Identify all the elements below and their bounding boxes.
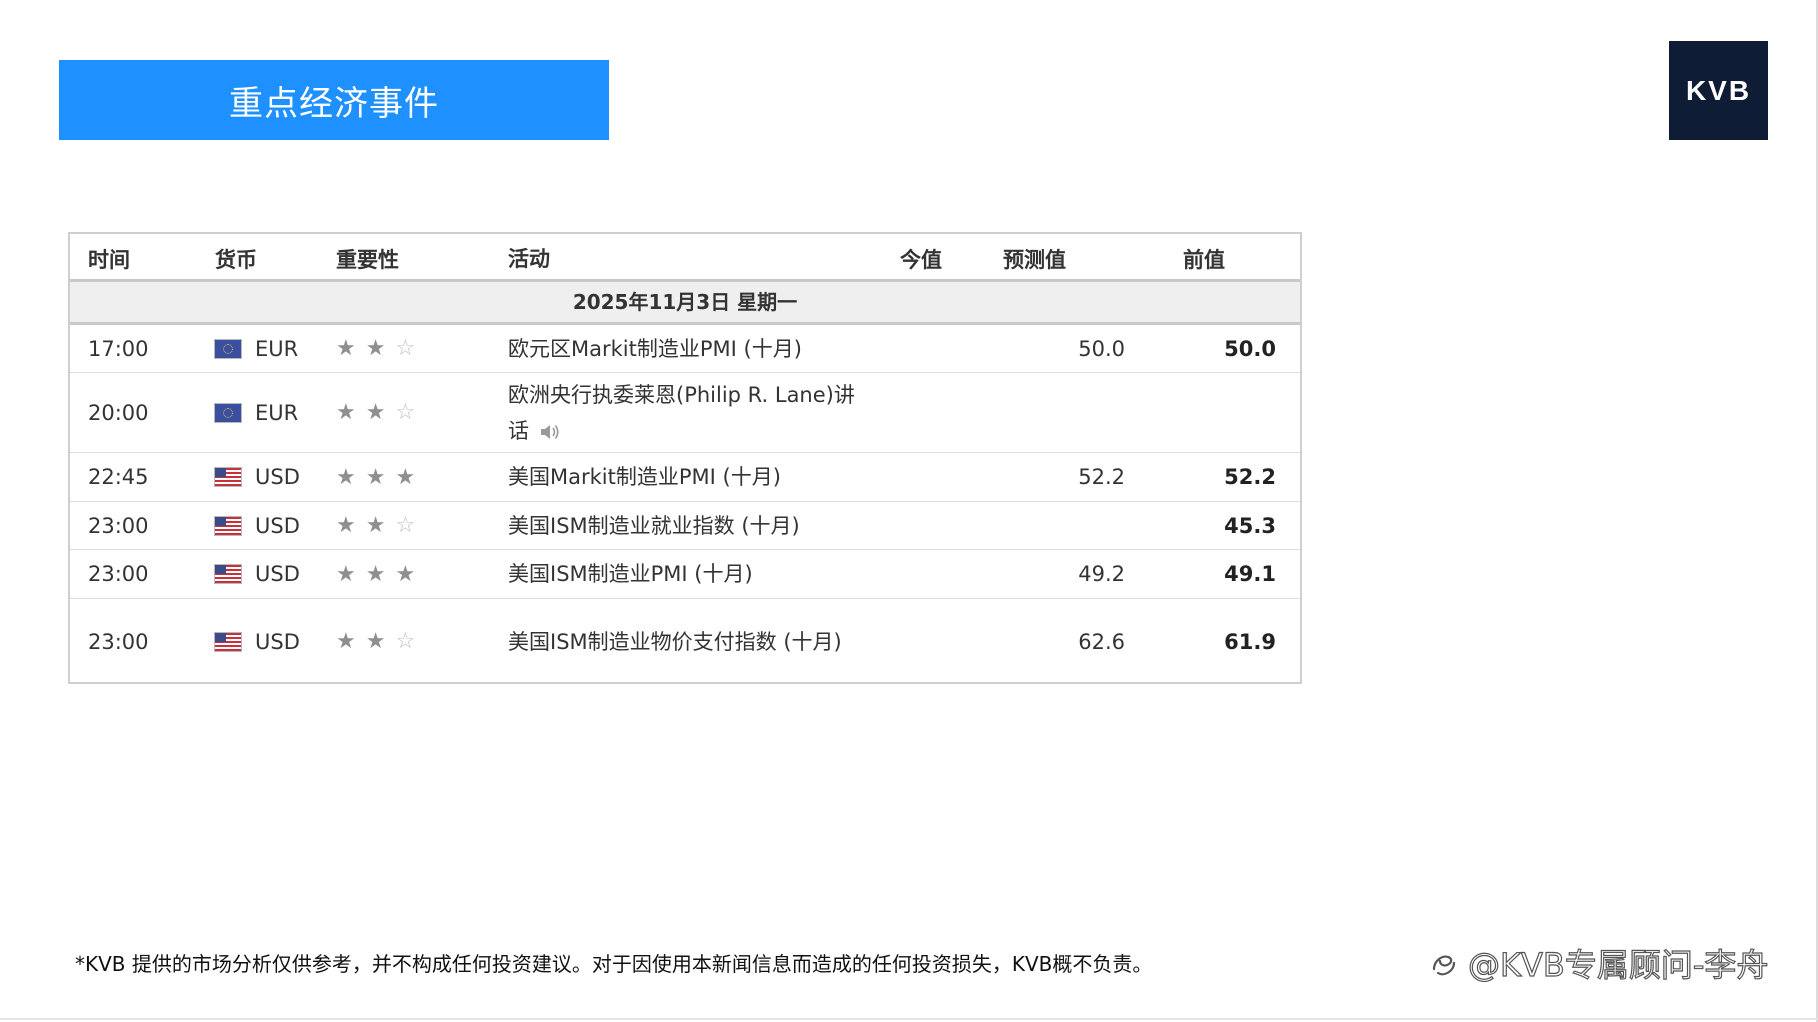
importance-rating: ★ ★ ☆ <box>336 373 415 452</box>
event-name: 欧洲央行执委莱恩(Philip R. Lane)讲话 <box>508 373 858 452</box>
weibo-logo-icon <box>1432 955 1456 976</box>
header-event: 活动 <box>508 246 550 271</box>
importance-rating: ★ ★ ☆ <box>336 325 415 372</box>
event-time: 17:00 <box>88 336 149 361</box>
importance-rating: ★ ★ ★ <box>336 453 415 501</box>
event-name-text: 美国Markit制造业PMI (十月) <box>508 465 781 489</box>
star-filled-icon: ★ <box>336 561 356 587</box>
event-previous: 49.1 <box>1224 562 1276 586</box>
event-forecast: 62.6 <box>1078 629 1125 654</box>
event-forecast: 50.0 <box>1078 336 1125 361</box>
table-row: 23:00 USD ★ ★ ☆ 美国ISM制造业就业指数 (十月) 45.3 <box>70 502 1300 550</box>
currency-code: EUR <box>255 336 299 361</box>
event-previous: 45.3 <box>1224 513 1276 538</box>
watermark-text: @KVB专属顾问-李舟 <box>1467 945 1769 984</box>
event-forecast <box>1025 373 1125 452</box>
event-name: 美国ISM制造业PMI (十月) <box>508 550 858 598</box>
event-name: 美国ISM制造业物价支付指数 (十月) <box>508 599 858 684</box>
event-currency: USD <box>215 550 300 598</box>
star-filled-icon: ★ <box>336 400 356 425</box>
us-flag-icon <box>215 468 241 486</box>
star-filled-icon: ★ <box>365 513 386 538</box>
header-time: 时间 <box>88 247 130 272</box>
event-forecast <box>1025 502 1125 549</box>
section-banner: 重点经济事件 <box>59 60 609 140</box>
star-filled-icon: ★ <box>336 629 356 654</box>
event-name: 美国ISM制造业就业指数 (十月) <box>508 502 858 549</box>
event-name: 欧元区Markit制造业PMI (十月) <box>508 325 858 372</box>
event-name-text: 美国ISM制造业PMI (十月) <box>508 562 753 586</box>
event-currency: USD <box>215 453 300 501</box>
bottom-divider <box>0 1018 1818 1020</box>
event-time: 22:45 <box>88 465 149 489</box>
currency-code: USD <box>255 513 300 538</box>
star-filled-icon: ★ <box>365 561 386 587</box>
event-time: 23:00 <box>88 562 149 586</box>
event-name-text: 美国ISM制造业物价支付指数 (十月) <box>508 629 842 654</box>
us-flag-icon <box>215 565 241 583</box>
header-currency: 货币 <box>215 247 257 272</box>
event-currency: USD <box>215 502 300 549</box>
us-flag-icon <box>215 632 241 651</box>
event-name-text: 美国ISM制造业就业指数 (十月) <box>508 513 800 538</box>
star-filled-icon: ★ <box>395 464 416 490</box>
table-header: 时间 货币 重要性 活动 今值 预测值 前值 <box>70 234 1300 282</box>
header-importance: 重要性 <box>336 247 399 272</box>
economic-events-table: 时间 货币 重要性 活动 今值 预测值 前值 2025年11月3日 星期一 17… <box>68 232 1302 684</box>
star-filled-icon: ★ <box>336 464 356 490</box>
header-actual: 今值 <box>900 247 942 272</box>
date-row: 2025年11月3日 星期一 <box>70 282 1300 325</box>
table-row: 23:00 USD ★ ★ ☆ 美国ISM制造业物价支付指数 (十月) 62.6 61.9 <box>70 599 1300 684</box>
star-filled-icon: ★ <box>365 629 386 654</box>
eu-flag-icon <box>215 339 241 358</box>
event-previous: 52.2 <box>1224 465 1276 489</box>
event-time: 23:00 <box>88 629 149 654</box>
importance-rating: ★ ★ ☆ <box>336 502 415 549</box>
event-forecast: 49.2 <box>1078 562 1125 586</box>
event-time: 23:00 <box>88 513 149 538</box>
speaker-icon[interactable] <box>539 422 561 442</box>
event-currency: EUR <box>215 373 298 452</box>
importance-rating: ★ ★ ☆ <box>336 599 415 684</box>
event-currency: EUR <box>215 325 298 372</box>
event-currency: USD <box>215 599 300 684</box>
star-empty-icon: ☆ <box>395 336 416 361</box>
kvb-logo: KVB <box>1669 41 1768 140</box>
importance-rating: ★ ★ ★ <box>336 550 415 598</box>
event-previous: 61.9 <box>1224 629 1276 654</box>
star-filled-icon: ★ <box>336 513 356 538</box>
table-row: 20:00 EUR ★ ★ ☆ 欧洲央行执委莱恩(Philip R. Lane)讲话 <box>70 373 1300 453</box>
event-previous <box>1180 373 1276 452</box>
event-previous: 50.0 <box>1224 336 1276 361</box>
star-filled-icon: ★ <box>365 400 386 425</box>
event-forecast: 52.2 <box>1078 465 1125 489</box>
star-filled-icon: ★ <box>395 561 416 587</box>
star-filled-icon: ★ <box>365 464 386 490</box>
event-name-text: 欧元区Markit制造业PMI (十月) <box>508 336 802 361</box>
currency-code: USD <box>255 562 300 586</box>
table-row: 22:45 USD ★ ★ ★ 美国Markit制造业PMI (十月) 52.2 52.2 <box>70 453 1300 502</box>
watermark: @KVB专属顾问-李舟 <box>1428 940 1769 986</box>
header-previous: 前值 <box>1183 247 1225 272</box>
currency-code: USD <box>255 629 300 654</box>
event-time: 20:00 <box>88 400 149 425</box>
star-empty-icon: ☆ <box>395 400 416 425</box>
us-flag-icon <box>215 516 241 535</box>
star-empty-icon: ☆ <box>395 513 416 538</box>
header-forecast: 预测值 <box>1003 247 1066 272</box>
star-filled-icon: ★ <box>365 336 386 361</box>
table-row: 17:00 EUR ★ ★ ☆ 欧元区Markit制造业PMI (十月) 50.0 50.0 <box>70 325 1300 373</box>
star-empty-icon: ☆ <box>395 629 416 654</box>
eu-flag-icon <box>215 403 241 422</box>
currency-code: EUR <box>255 400 299 425</box>
currency-code: USD <box>255 465 300 489</box>
disclaimer-text: *KVB 提供的市场分析仅供参考，并不构成任何投资建议。对于因使用本新闻信息而造… <box>75 952 1153 976</box>
table-row: 23:00 USD ★ ★ ★ 美国ISM制造业PMI (十月) 49.2 49.1 <box>70 550 1300 599</box>
star-filled-icon: ★ <box>336 336 356 361</box>
event-name: 美国Markit制造业PMI (十月) <box>508 453 858 501</box>
